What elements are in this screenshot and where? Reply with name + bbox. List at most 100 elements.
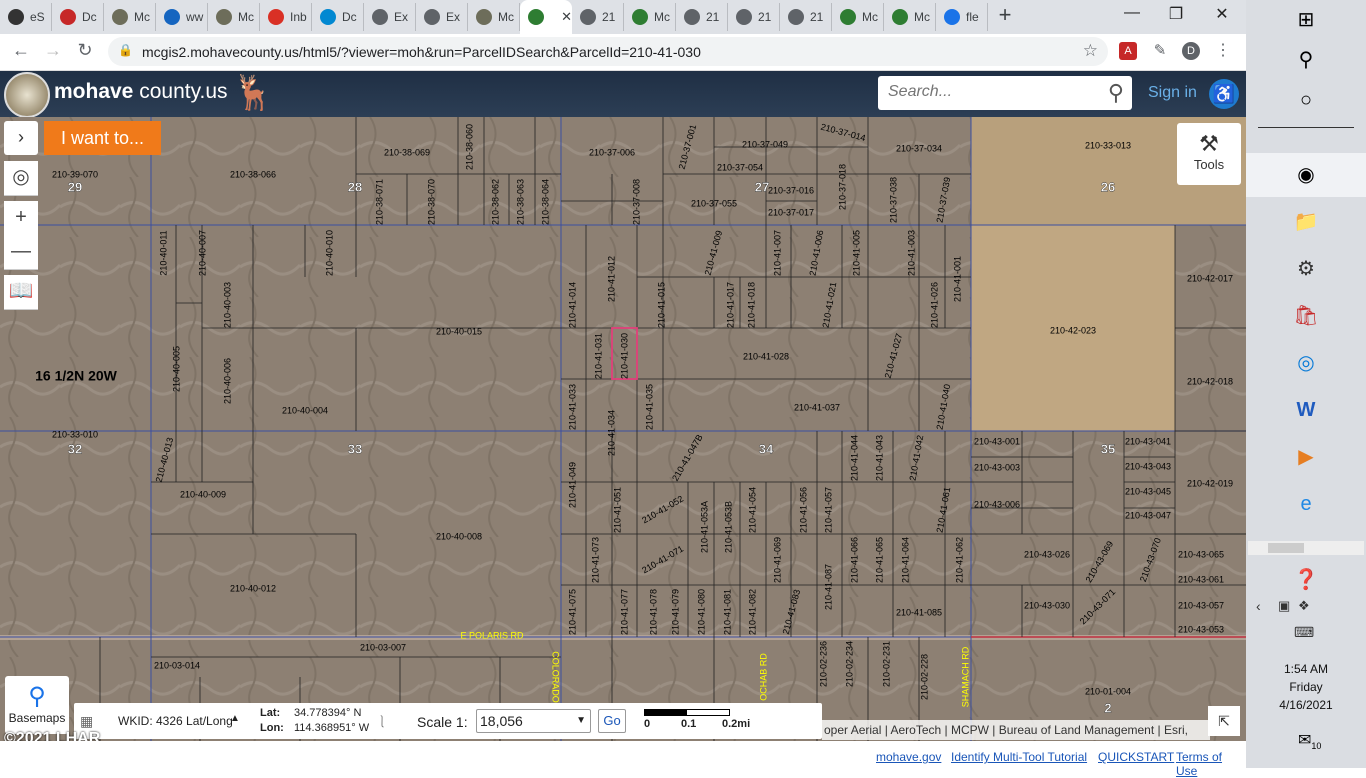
parcel-label[interactable]: 210-43-043 [1125,461,1171,471]
parcel-label[interactable]: 210-43-053 [1178,624,1224,634]
minimize-button[interactable]: — [1112,4,1152,22]
parcel-label[interactable]: 210-40-011 [158,230,168,275]
reload-icon[interactable]: ↻ [72,40,98,61]
parcel-label[interactable]: 210-40-005 [171,346,181,392]
parcel-label[interactable]: 210-42-023 [1050,325,1096,335]
parcel-label[interactable]: 210-02-236 [818,641,828,687]
internet-explorer-icon[interactable]: e [1288,486,1324,522]
footer-link-terms[interactable]: Terms of Use [1176,750,1246,778]
browser-tab[interactable]: 21 [572,3,624,31]
pdf-extension-icon[interactable]: A [1119,42,1137,60]
parcel-label[interactable]: 210-40-003 [222,282,232,328]
parcel-label[interactable]: 210-33-013 [1085,140,1131,150]
parcel-label[interactable]: 210-41-035 [644,384,654,430]
parcel-label[interactable]: 210-41-017 [725,282,735,328]
back-icon[interactable]: ← [8,40,34,61]
clock[interactable]: 1:54 AM Friday 4/16/2021 [1246,660,1366,714]
camera-icon[interactable]: ▣ [1278,598,1290,614]
footer-link-tutorial[interactable]: Identify Multi-Tool Tutorial [951,750,1087,764]
parcel-label[interactable]: 210-43-061 [1178,574,1224,584]
parcel-label[interactable]: 210-38-070 [426,179,436,225]
browser-tab[interactable]: ww [156,3,208,31]
browser-tab[interactable]: 21 [676,3,728,31]
media-player-icon[interactable]: ▶ [1288,439,1324,475]
parcel-label[interactable]: 210-41-012 [606,256,616,302]
section-number-label[interactable]: 29 [68,179,83,194]
new-tab-button[interactable]: + [988,2,1022,28]
parcel-label[interactable]: 210-37-018 [837,164,847,210]
parcel-label[interactable]: 210-41-079 [670,589,680,635]
caret-up-icon[interactable]: ▲ [230,713,240,724]
section-number-label[interactable]: 26 [1101,179,1116,194]
browser-tab[interactable]: Mc [104,3,156,31]
file-explorer-icon[interactable]: 📁 [1288,204,1324,240]
parcel-label[interactable]: 210-03-014 [154,660,200,670]
maximize-button[interactable]: ❐ [1156,4,1196,24]
parcel-label[interactable]: 210-03-007 [360,642,406,652]
parcel-label[interactable]: 210-43-006 [974,499,1020,509]
parcel-label[interactable]: 210-41-081 [722,589,732,635]
parcel-map[interactable]: 210-39-070 210-38-066 210-38-069 210-38-060… [0,117,1246,741]
township-label[interactable]: 16 1/2N 20W [35,368,117,384]
forward-icon[interactable]: → [40,40,66,61]
parcel-label[interactable]: 210-37-016 [768,185,814,195]
word-icon[interactable]: W [1288,392,1324,428]
parcel-label[interactable]: 210-43-030 [1024,600,1070,610]
parcel-label[interactable]: 210-41-051 [612,487,622,533]
section-number-label[interactable]: 2 [1104,700,1112,715]
browser-tab[interactable]: 21 [780,3,832,31]
parcel-label[interactable]: 210-41-066 [849,537,859,583]
parcel-label[interactable]: 210-37-034 [896,143,942,153]
parcel-label[interactable]: 210-41-065 [874,537,884,583]
browser-tab[interactable]: eS [0,3,52,31]
parcel-label[interactable]: 210-43-047 [1125,510,1171,520]
expand-panel-icon[interactable]: › [4,121,38,155]
parcel-label[interactable]: 210-41-077 [619,589,629,635]
parcel-label[interactable]: 210-37-038 [888,177,898,223]
zoom-out-button[interactable]: — [4,235,38,270]
collapse-arrow-icon[interactable]: ⇱ [1208,706,1240,736]
road-label[interactable]: OCHAB RD [758,653,768,701]
keyboard-icon[interactable]: ⌨ [1294,624,1314,641]
parcel-label[interactable]: 210-38-063 [515,179,525,225]
footer-link-quickstart[interactable]: QUICKSTART [1098,750,1174,764]
road-label[interactable]: E POLARIS RD [460,630,524,640]
go-button[interactable]: Go [598,709,626,733]
parcel-label[interactable]: 210-37-006 [589,147,635,157]
parcel-label[interactable]: 210-41-087 [823,564,833,610]
parcel-label[interactable]: 210-41-003 [906,230,916,276]
parcel-label[interactable]: 210-33-010 [52,429,98,439]
parcel-label[interactable]: 210-41-073 [590,537,600,583]
parcel-label[interactable]: 210-41-075 [567,589,577,635]
parcel-label[interactable]: 210-37-054 [717,162,763,172]
i-want-to-button[interactable]: I want to... [44,121,161,155]
parcel-label[interactable]: 210-41-080 [696,589,706,635]
parcel-label[interactable]: 210-43-045 [1125,486,1171,496]
parcel-label[interactable]: 210-41-057 [823,487,833,533]
task-view-icon[interactable]: ○ [1288,82,1324,118]
accessibility-icon[interactable]: ♿ [1209,79,1239,109]
parcel-label[interactable]: 210-41-056 [798,487,808,533]
parcel-label[interactable]: 210-40-007 [197,230,207,276]
windows-start-icon[interactable]: ⊞ [1288,2,1324,38]
profile-avatar[interactable]: D [1182,42,1200,60]
parcel-label[interactable]: 210-41-037 [794,402,840,412]
store-icon[interactable]: 🛍 [1288,298,1324,334]
parcel-label[interactable]: 210-02-228 [919,654,929,700]
help-icon[interactable]: ❓ [1288,562,1324,598]
parcel-label[interactable]: 210-01-004 [1085,686,1131,696]
browser-tab[interactable]: Dc [52,3,104,31]
parcel-label[interactable]: 210-43-065 [1178,549,1224,559]
parcel-label[interactable]: 210-40-010 [324,230,334,276]
footer-link-mohave[interactable]: mohave.gov [876,750,941,764]
parcel-label[interactable]: 210-02-231 [881,641,891,687]
section-number-label[interactable]: 34 [759,441,775,456]
parcel-label[interactable]: 210-42-019 [1187,478,1233,488]
parcel-label[interactable]: 210-43-041 [1125,436,1171,446]
parcel-label[interactable]: 210-41-028 [743,351,789,361]
browser-tab[interactable]: Ex [416,3,468,31]
zoom-in-button[interactable]: + [4,201,38,236]
parcel-label[interactable]: 210-37-055 [691,198,737,208]
browser-tab[interactable]: 21 [728,3,780,31]
brand-title[interactable]: mohave county.us [54,80,228,104]
